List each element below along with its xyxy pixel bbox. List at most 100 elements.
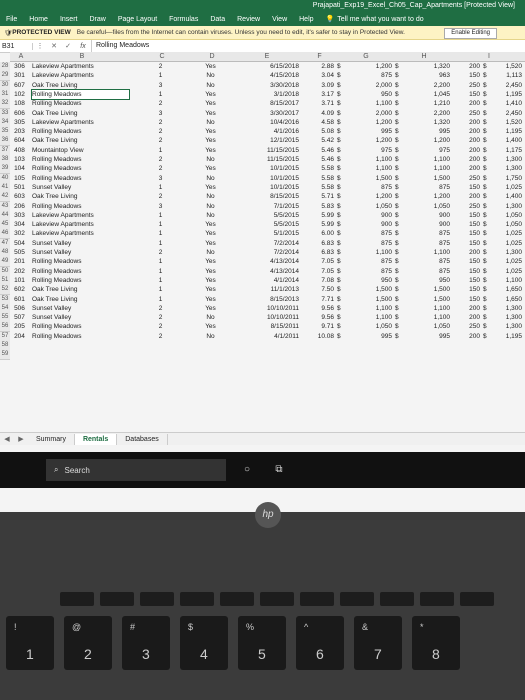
cell-i[interactable]: 250 bbox=[453, 322, 480, 331]
column-header[interactable]: C bbox=[132, 52, 193, 62]
cell-e[interactable]: 4/13/2014 bbox=[232, 267, 299, 276]
cell-c[interactable]: 2 bbox=[132, 155, 189, 164]
cell-j[interactable]: $1,175 bbox=[483, 146, 522, 155]
cell-j[interactable]: $1,100 bbox=[483, 276, 522, 285]
cell-j[interactable]: $1,400 bbox=[483, 192, 522, 201]
cell-a[interactable]: 501 bbox=[10, 183, 29, 192]
cell-j[interactable]: $2,450 bbox=[483, 81, 522, 90]
cell-j[interactable]: $1,195 bbox=[483, 127, 522, 136]
cell-j[interactable]: $1,520 bbox=[483, 62, 522, 71]
function-key[interactable] bbox=[140, 592, 174, 606]
cell-d[interactable]: Yes bbox=[192, 285, 229, 294]
cell-f[interactable]: 4.58 bbox=[302, 118, 334, 127]
cell-b[interactable]: Sunset Valley bbox=[32, 304, 129, 313]
cell-b[interactable]: Rolling Meadows bbox=[32, 332, 129, 341]
cell-a[interactable]: 602 bbox=[10, 285, 29, 294]
cell-h[interactable]: $2,200 bbox=[395, 81, 450, 90]
cell-a[interactable]: 204 bbox=[10, 332, 29, 341]
cell-i[interactable]: 150 bbox=[453, 276, 480, 285]
cell-d[interactable]: No bbox=[192, 248, 229, 257]
cell-j[interactable]: $1,650 bbox=[483, 295, 522, 304]
column-header[interactable]: H bbox=[395, 52, 454, 62]
cell-h[interactable]: $1,100 bbox=[395, 155, 450, 164]
cell-g[interactable]: $875 bbox=[337, 257, 392, 266]
cell-e[interactable]: 7/2/2014 bbox=[232, 239, 299, 248]
cell-i[interactable]: 200 bbox=[453, 192, 480, 201]
cell-a[interactable]: 504 bbox=[10, 239, 29, 248]
name-box[interactable]: B31 bbox=[0, 42, 33, 50]
cell-d[interactable]: Yes bbox=[192, 90, 229, 99]
cell-g[interactable]: $875 bbox=[337, 267, 392, 276]
cell-e[interactable]: 5/5/2015 bbox=[232, 220, 299, 229]
cell-e[interactable]: 6/15/2018 bbox=[232, 62, 299, 71]
cell-i[interactable]: 150 bbox=[453, 183, 480, 192]
number-key[interactable]: @2 bbox=[64, 616, 112, 670]
cell-e[interactable]: 7/1/2015 bbox=[232, 202, 299, 211]
cell-f[interactable]: 5.71 bbox=[302, 192, 334, 201]
cell-b[interactable]: Sunset Valley bbox=[32, 248, 129, 257]
cell-b[interactable]: Oak Tree Living bbox=[32, 192, 129, 201]
cell-a[interactable]: 102 bbox=[10, 90, 29, 99]
cell-d[interactable]: Yes bbox=[192, 229, 229, 238]
cell-i[interactable]: 150 bbox=[453, 229, 480, 238]
cell-d[interactable]: No bbox=[192, 81, 229, 90]
cell-f[interactable]: 5.99 bbox=[302, 211, 334, 220]
cell-i[interactable]: 200 bbox=[453, 304, 480, 313]
enter-icon[interactable]: ✓ bbox=[61, 42, 75, 50]
row-header[interactable]: 59 bbox=[0, 350, 10, 361]
cell-i[interactable]: 200 bbox=[453, 127, 480, 136]
cell-j[interactable]: $1,300 bbox=[483, 304, 522, 313]
cell-f[interactable]: 2.88 bbox=[302, 62, 334, 71]
cell-b[interactable]: Rolling Meadows bbox=[32, 174, 129, 183]
cell-c[interactable]: 3 bbox=[132, 202, 189, 211]
cell-f[interactable]: 3.17 bbox=[302, 90, 334, 99]
tab-home[interactable]: Home bbox=[29, 16, 48, 23]
cell-g[interactable]: $995 bbox=[337, 127, 392, 136]
cell-e[interactable]: 4/1/2016 bbox=[232, 127, 299, 136]
cell-j[interactable]: $1,195 bbox=[483, 332, 522, 341]
cell-c[interactable]: 1 bbox=[132, 285, 189, 294]
cell-f[interactable]: 10.08 bbox=[302, 332, 334, 341]
cell-i[interactable]: 150 bbox=[453, 71, 480, 80]
cell-a[interactable]: 303 bbox=[10, 211, 29, 220]
cell-h[interactable]: $900 bbox=[395, 220, 450, 229]
cell-g[interactable]: $875 bbox=[337, 229, 392, 238]
cell-e[interactable]: 8/15/2011 bbox=[232, 322, 299, 331]
cell-i[interactable]: 250 bbox=[453, 174, 480, 183]
cell-c[interactable]: 2 bbox=[132, 136, 189, 145]
function-key[interactable] bbox=[380, 592, 414, 606]
task-view-icon[interactable]: ⧉ bbox=[268, 459, 290, 481]
cell-e[interactable]: 4/1/2011 bbox=[232, 332, 299, 341]
cell-h[interactable]: $1,045 bbox=[395, 90, 450, 99]
cell-d[interactable]: Yes bbox=[192, 62, 229, 71]
cell-e[interactable]: 3/30/2018 bbox=[232, 81, 299, 90]
cell-e[interactable]: 7/2/2014 bbox=[232, 248, 299, 257]
cell-h[interactable]: $875 bbox=[395, 183, 450, 192]
cell-g[interactable]: $875 bbox=[337, 183, 392, 192]
cell-d[interactable]: No bbox=[192, 332, 229, 341]
cell-c[interactable]: 2 bbox=[132, 118, 189, 127]
cell-e[interactable]: 10/10/2011 bbox=[232, 313, 299, 322]
cell-f[interactable]: 7.50 bbox=[302, 285, 334, 294]
cell-f[interactable]: 5.46 bbox=[302, 146, 334, 155]
cell-c[interactable]: 2 bbox=[132, 164, 189, 173]
cell-g[interactable]: $995 bbox=[337, 332, 392, 341]
cell-f[interactable]: 6.83 bbox=[302, 248, 334, 257]
cell-f[interactable]: 7.05 bbox=[302, 257, 334, 266]
cell-i[interactable]: 200 bbox=[453, 136, 480, 145]
cell-b[interactable]: Lakeview Apartments bbox=[32, 211, 129, 220]
cell-j[interactable]: $1,750 bbox=[483, 174, 522, 183]
cell-d[interactable]: No bbox=[192, 71, 229, 80]
cell-g[interactable]: $975 bbox=[337, 146, 392, 155]
cell-f[interactable]: 6.83 bbox=[302, 239, 334, 248]
cell-i[interactable]: 200 bbox=[453, 118, 480, 127]
enable-editing-button[interactable]: Enable Editing bbox=[444, 28, 497, 39]
cell-f[interactable]: 9.56 bbox=[302, 313, 334, 322]
cell-g[interactable]: $1,200 bbox=[337, 136, 392, 145]
cell-h[interactable]: $875 bbox=[395, 229, 450, 238]
cell-h[interactable]: $1,210 bbox=[395, 99, 450, 108]
cell-a[interactable]: 205 bbox=[10, 322, 29, 331]
cell-b[interactable]: Lakeview Apartments bbox=[32, 71, 129, 80]
cell-i[interactable]: 200 bbox=[453, 62, 480, 71]
cell-h[interactable]: $1,200 bbox=[395, 192, 450, 201]
